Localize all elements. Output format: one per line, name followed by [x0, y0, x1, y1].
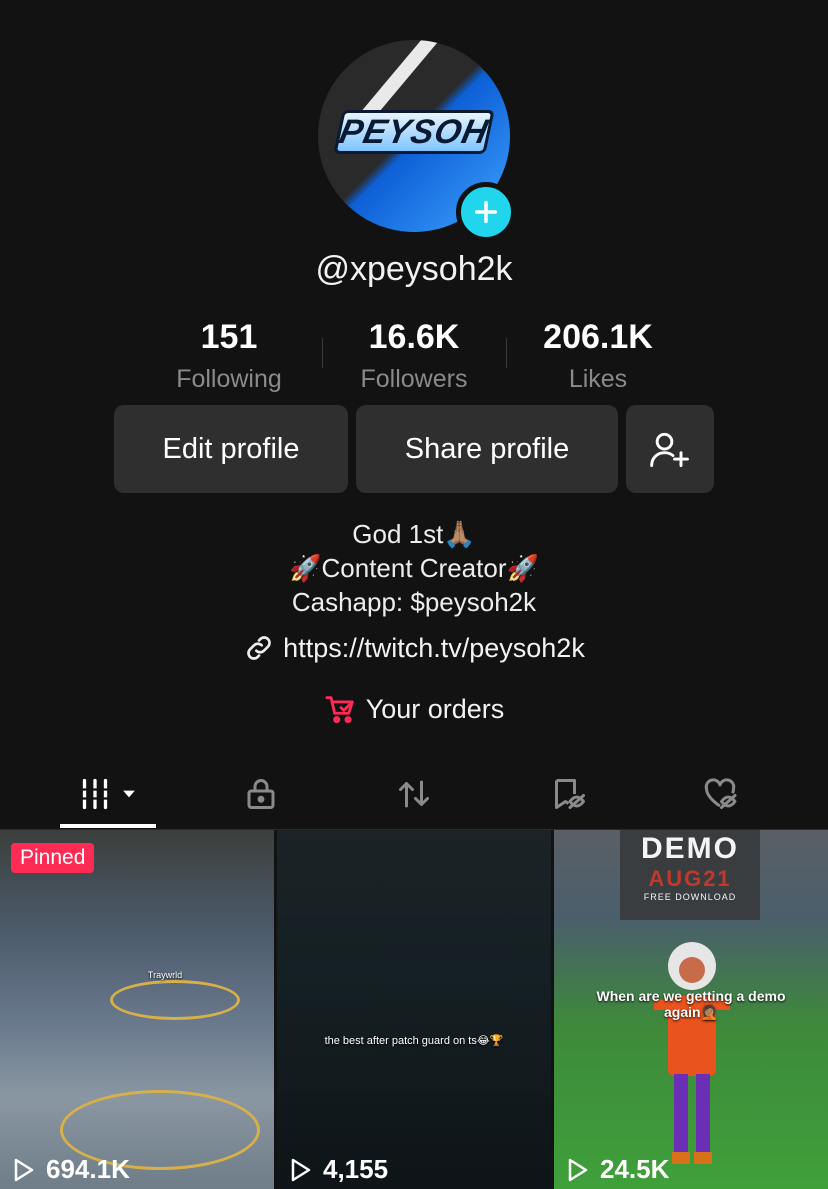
add-avatar-button[interactable] — [456, 182, 516, 242]
bio-line: God 1st🙏🏽 — [352, 519, 476, 549]
video-caption: When are we getting a demo again🤦🏽 — [596, 988, 786, 1020]
video-caption: the best after patch guard on ts😂🏆 — [324, 1035, 504, 1047]
play-icon — [291, 1158, 311, 1181]
username: @xpeysoh2k — [315, 250, 513, 288]
avatar-logo: PEYSOH — [333, 110, 495, 154]
stat-following[interactable]: 151 Following — [139, 318, 319, 394]
demo-overlay: DEMO AUG21 FREE DOWNLOAD — [620, 830, 760, 920]
view-count-value: 694.1K — [46, 1154, 130, 1184]
view-count: 4,155 — [289, 1154, 388, 1185]
tab-private[interactable] — [213, 760, 309, 828]
lock-icon — [247, 779, 275, 809]
tab-liked[interactable] — [672, 760, 768, 828]
your-orders-label: Your orders — [365, 693, 505, 724]
stat-following-value: 151 — [200, 318, 258, 356]
share-profile-button[interactable]: Share profile — [356, 405, 618, 493]
court-marking — [110, 980, 240, 1020]
profile-avatar[interactable]: PEYSOH — [318, 40, 516, 242]
video-grid: Traywrld Pinned 694.1K the best after pa… — [0, 830, 828, 1189]
tab-reposts[interactable] — [366, 760, 462, 828]
repost-icon — [399, 780, 429, 808]
stat-likes-label: Likes — [568, 365, 628, 393]
profile-link[interactable]: https://twitch.tv/peysoh2k — [0, 632, 828, 664]
profile-tabs — [0, 760, 828, 830]
tab-videos[interactable] — [60, 760, 156, 828]
person-add-icon — [650, 432, 689, 467]
bio-line: Cashapp: $peysoh2k — [291, 587, 537, 617]
chevron-down-icon — [123, 790, 135, 798]
videos-grid-icon — [80, 778, 110, 810]
profile-bio: God 1st🙏🏽 🚀Content Creator🚀 Cashapp: $pe… — [0, 517, 828, 619]
stat-followers-value: 16.6K — [368, 318, 460, 356]
tab-saved[interactable] — [519, 760, 615, 828]
play-icon — [14, 1158, 34, 1181]
your-orders-link[interactable]: Your orders — [0, 692, 828, 726]
pinned-badge: Pinned — [11, 843, 95, 873]
stat-followers-label: Followers — [360, 365, 468, 393]
stat-followers[interactable]: 16.6K Followers — [324, 318, 504, 394]
play-icon — [568, 1158, 588, 1181]
stat-following-label: Following — [176, 365, 282, 393]
link-icon — [247, 636, 271, 660]
plus-icon — [474, 200, 498, 224]
view-count-value: 4,155 — [323, 1154, 389, 1184]
video-caption: Traywrld — [147, 970, 183, 980]
stat-likes[interactable]: 206.1K Likes — [508, 318, 688, 394]
stat-likes-value: 206.1K — [543, 318, 653, 356]
profile-link-url[interactable]: https://twitch.tv/peysoh2k — [283, 633, 585, 664]
view-count: 694.1K — [12, 1154, 130, 1185]
bio-line: 🚀Content Creator🚀 — [289, 553, 539, 583]
saved-hidden-icon — [555, 779, 585, 809]
add-friend-button[interactable] — [626, 405, 714, 493]
video-thumbnail[interactable]: Traywrld Pinned 694.1K — [0, 830, 274, 1189]
stat-divider — [322, 338, 323, 368]
video-thumbnail[interactable]: the best after patch guard on ts😂🏆 4,155 — [277, 830, 551, 1189]
demo-title: DEMO — [641, 832, 739, 865]
video-thumbnail[interactable]: DEMO AUG21 FREE DOWNLOAD When are we get… — [554, 830, 828, 1189]
profile-stats: 151 Following 16.6K Followers 206.1K Lik… — [0, 318, 828, 398]
view-count: 24.5K — [566, 1154, 669, 1185]
demo-date: AUG21 — [648, 866, 732, 891]
avatar-logo-text: PEYSOH — [336, 112, 493, 151]
demo-subtitle: FREE DOWNLOAD — [643, 892, 737, 902]
player-figure — [654, 942, 730, 1164]
cart-icon — [325, 696, 354, 724]
edit-profile-button[interactable]: Edit profile — [114, 405, 348, 493]
liked-hidden-icon — [704, 778, 737, 809]
view-count-value: 24.5K — [600, 1154, 670, 1184]
stat-divider — [506, 338, 507, 368]
